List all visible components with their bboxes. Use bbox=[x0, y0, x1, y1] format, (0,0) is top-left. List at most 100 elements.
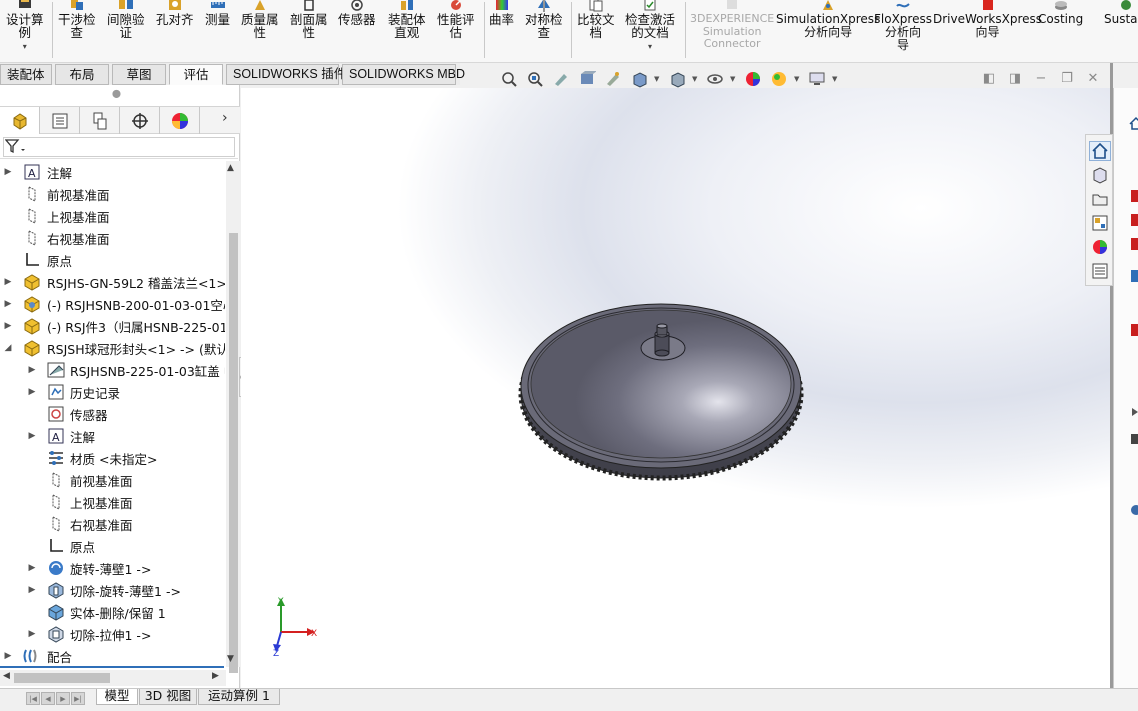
zoom-to-fit-button[interactable] bbox=[498, 69, 520, 89]
hide-show-items-button[interactable] bbox=[704, 69, 726, 89]
scroll-right-icon[interactable]: ▶ bbox=[212, 671, 219, 681]
tree-item-material[interactable]: 材质 <未指定> bbox=[0, 447, 226, 469]
view-settings-button[interactable] bbox=[806, 69, 828, 89]
propertymanager-tab[interactable] bbox=[40, 107, 80, 134]
view-orientation-dropdown-icon[interactable]: ▼ bbox=[654, 75, 662, 83]
apply-scene-button[interactable] bbox=[768, 69, 790, 89]
tab-3d-view[interactable]: 3D 视图 bbox=[139, 689, 197, 705]
displaymanager-tab[interactable] bbox=[160, 107, 200, 134]
panel-grip-icon[interactable]: ⬤ bbox=[112, 89, 121, 98]
previous-tab-icon[interactable]: ◀ bbox=[41, 692, 55, 705]
tree-item-sheet-metal[interactable]: ▶ RSJHSNB-225-01-03缸盖 中 bbox=[0, 359, 226, 381]
first-tab-icon[interactable]: |◀ bbox=[26, 692, 40, 705]
tree-item-front-plane[interactable]: 前视基准面 bbox=[0, 469, 226, 491]
tab-layout[interactable]: 布局 bbox=[55, 64, 109, 85]
model-viewport[interactable]: Y X Z bbox=[241, 88, 1113, 688]
scroll-up-icon[interactable]: ▲ bbox=[227, 163, 234, 173]
tab-assembly[interactable]: 装配体 bbox=[0, 64, 52, 85]
configurationmanager-tab[interactable] bbox=[80, 107, 120, 134]
section-properties-button[interactable]: 剖面属 性 bbox=[290, 0, 328, 39]
sustainability-button[interactable]: Sustain bbox=[1104, 0, 1138, 26]
interference-check-button[interactable]: 干涉检 查 bbox=[58, 0, 96, 39]
expand-arrow-icon[interactable]: ▶ bbox=[27, 387, 37, 397]
tree-item-cut-revolve-thin[interactable]: ▶ 切除-旋转-薄壁1 -> bbox=[0, 579, 226, 601]
tab-solidworks-addins[interactable]: SOLIDWORKS 插件 bbox=[226, 64, 346, 85]
file-explorer-tab[interactable] bbox=[1089, 189, 1111, 209]
expand-arrow-icon[interactable]: ▶ bbox=[27, 585, 37, 595]
solidworks-resources-tab[interactable] bbox=[1089, 141, 1111, 161]
previous-view-button[interactable] bbox=[550, 69, 572, 89]
clearance-verification-button[interactable]: 间隙验 证 bbox=[107, 0, 145, 39]
expand-arrow-icon[interactable]: ▶ bbox=[27, 563, 37, 573]
view-palette-tab[interactable] bbox=[1089, 213, 1111, 233]
tree-item-origin[interactable]: 原点 bbox=[0, 535, 226, 557]
display-style-dropdown-icon[interactable]: ▼ bbox=[692, 75, 700, 83]
tree-item-revolve-thin[interactable]: ▶ 旋转-薄壁1 -> bbox=[0, 557, 226, 579]
graphics-area[interactable]: Y X Z bbox=[241, 88, 1113, 688]
tab-sketch[interactable]: 草图 bbox=[112, 64, 166, 85]
edit-appearance-button[interactable] bbox=[742, 69, 764, 89]
tree-horizontal-thumb[interactable] bbox=[14, 673, 110, 683]
featuremanager-tab[interactable] bbox=[0, 107, 40, 134]
tab-motion-study[interactable]: 运动算例 1 bbox=[198, 689, 280, 705]
expand-arrow-icon[interactable]: ▶ bbox=[3, 277, 13, 287]
tree-item-cut-extrude[interactable]: ▶ 切除-拉伸1 -> bbox=[0, 623, 226, 645]
3dexperience-simulation-connector-button[interactable]: 3DEXPERIENCE Simulation Connector bbox=[690, 0, 774, 51]
driveworksxpress-button[interactable]: DriveWorksXpress 向导 bbox=[933, 0, 1042, 39]
view-orientation-button[interactable] bbox=[628, 69, 650, 89]
view-settings-dropdown-icon[interactable]: ▼ bbox=[832, 75, 840, 83]
tree-scrollbar-thumb[interactable] bbox=[229, 233, 238, 673]
expand-arrow-icon[interactable]: ▶ bbox=[27, 629, 37, 639]
appearances-tab[interactable] bbox=[1089, 237, 1111, 257]
tree-filter-input[interactable] bbox=[3, 137, 235, 157]
expand-arrow-icon[interactable]: ▶ bbox=[27, 365, 37, 375]
tab-evaluate[interactable]: 评估 bbox=[169, 64, 223, 85]
maximize-icon[interactable]: ❐ bbox=[1058, 70, 1076, 86]
check-active-document-button[interactable]: 检查激活 的文档 ▾ bbox=[625, 0, 675, 53]
performance-evaluation-button[interactable]: 性能评 估 bbox=[437, 0, 475, 39]
tab-solidworks-mbd[interactable]: SOLIDWORKS MBD bbox=[342, 64, 465, 85]
sensor-button[interactable]: 传感器 bbox=[338, 0, 376, 26]
custom-properties-tab[interactable] bbox=[1089, 261, 1111, 281]
dimxpertmanager-tab[interactable] bbox=[120, 107, 160, 134]
filter-icon[interactable] bbox=[5, 139, 27, 155]
tree-item-component[interactable]: ▶ (-) RSJ件3（归属HSNB-225-01- bbox=[0, 315, 226, 337]
tree-item-sensors[interactable]: 传感器 bbox=[0, 403, 226, 425]
restore-right-icon[interactable]: ◨ bbox=[1006, 70, 1024, 86]
assembly-visualization-button[interactable]: 装配体 直观 bbox=[388, 0, 426, 39]
tree-item-annotations[interactable]: ▶ A 注解 bbox=[0, 161, 226, 183]
tree-item-body-delete[interactable]: 实体-删除/保留 1 bbox=[0, 601, 226, 623]
tree-item-annotations[interactable]: ▶ A 注解 bbox=[0, 425, 226, 447]
restore-left-icon[interactable]: ◧ bbox=[980, 70, 998, 86]
collapse-arrow-icon[interactable]: ◢ bbox=[3, 343, 13, 353]
spherical-head-model[interactable] bbox=[518, 303, 804, 481]
tree-item-right-plane[interactable]: 右视基准面 bbox=[0, 227, 226, 249]
close-icon[interactable]: ✕ bbox=[1084, 70, 1102, 86]
scroll-left-icon[interactable]: ◀ bbox=[3, 671, 10, 681]
chevron-right-icon[interactable]: › bbox=[222, 110, 228, 126]
curvature-button[interactable]: 曲率 bbox=[489, 0, 514, 26]
measure-button[interactable]: 测量 bbox=[205, 0, 230, 26]
design-study-button[interactable]: 设计算 例 ▾ bbox=[6, 0, 44, 53]
expand-arrow-icon[interactable]: ▶ bbox=[3, 321, 13, 331]
expand-arrow-icon[interactable]: ▶ bbox=[27, 431, 37, 441]
tree-item-top-plane[interactable]: 上视基准面 bbox=[0, 205, 226, 227]
floxpress-button[interactable]: FloXpress 分析向 导 bbox=[874, 0, 932, 52]
tree-item-origin[interactable]: 原点 bbox=[0, 249, 226, 271]
display-style-button[interactable] bbox=[666, 69, 688, 89]
mass-properties-button[interactable]: 质量属 性 bbox=[241, 0, 279, 39]
last-tab-icon[interactable]: ▶| bbox=[71, 692, 85, 705]
tree-item-component[interactable]: ▶ RSJHS-GN-59L2 稽盖法兰<1> - bbox=[0, 271, 226, 293]
costing-button[interactable]: Costing bbox=[1038, 0, 1083, 26]
hide-show-dropdown-icon[interactable]: ▼ bbox=[730, 75, 738, 83]
compare-documents-button[interactable]: 比较文 档 bbox=[577, 0, 615, 39]
section-view-button[interactable] bbox=[576, 69, 598, 89]
minimize-icon[interactable]: − bbox=[1032, 70, 1050, 86]
tree-item-component-expanded[interactable]: ◢ RSJSH球冠形封头<1> -> (默认< bbox=[0, 337, 226, 359]
tree-item-top-plane[interactable]: 上视基准面 bbox=[0, 491, 226, 513]
design-library-tab[interactable] bbox=[1089, 165, 1111, 185]
expand-arrow-icon[interactable]: ▶ bbox=[3, 299, 13, 309]
tree-item-component[interactable]: ▶ (-) RSJHSNB-200-01-03-01空心 bbox=[0, 293, 226, 315]
tree-item-mates[interactable]: ▶ 配合 bbox=[0, 645, 226, 666]
hole-alignment-button[interactable]: 孔对齐 bbox=[156, 0, 194, 26]
